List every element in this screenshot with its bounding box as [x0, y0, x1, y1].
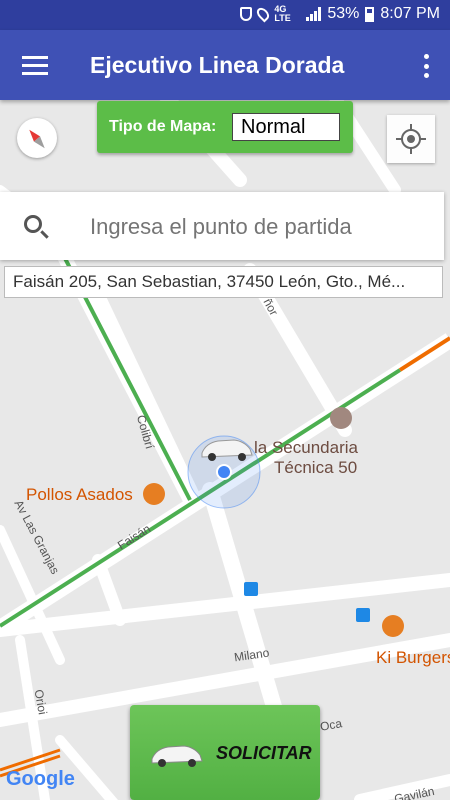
search-box[interactable] [0, 192, 444, 260]
car-icon [151, 745, 203, 767]
battery-icon [365, 6, 375, 22]
status-bar: 4G LTE 53% 8:07 PM [0, 0, 450, 30]
my-location-button[interactable] [387, 115, 435, 163]
map-type-label: Tipo de Mapa: [109, 118, 217, 135]
map-type-select[interactable]: Normal [232, 113, 340, 141]
compass-icon[interactable] [17, 118, 57, 158]
menu-icon[interactable] [22, 56, 48, 76]
google-logo: Google [6, 768, 75, 791]
current-address: Faisán 205, San Sebastian, 37450 León, G… [4, 266, 443, 298]
poi-pollos-asados[interactable]: Pollos Asados [26, 485, 133, 505]
poi-school-name: la Secundaria [254, 438, 358, 457]
signal-icon [306, 7, 322, 21]
google-logo-text: Google [6, 768, 75, 790]
network-type: 4G LTE [274, 4, 291, 23]
shield-icon [240, 7, 253, 21]
app-bar: Ejecutivo Linea Dorada [0, 30, 450, 100]
location-icon [254, 5, 272, 23]
poi-ki-burgers[interactable]: Ki Burgers [376, 648, 450, 668]
app-title: Ejecutivo Linea Dorada [90, 52, 345, 78]
solicitar-label: SOLICITAR [216, 743, 312, 763]
overflow-menu-icon[interactable] [422, 54, 430, 78]
solicitar-button[interactable]: SOLICITAR [130, 705, 320, 800]
status-icons: 4G LTE 53% 8:07 PM [240, 5, 440, 23]
poi-school-line2: Técnica 50 [274, 458, 358, 477]
poi-school[interactable]: la Secundaria Técnica 50 [254, 438, 358, 478]
clock: 8:07 PM [380, 5, 440, 22]
battery-percent: 53% [327, 5, 360, 22]
origin-search-input[interactable] [90, 214, 430, 240]
search-icon [24, 215, 42, 233]
